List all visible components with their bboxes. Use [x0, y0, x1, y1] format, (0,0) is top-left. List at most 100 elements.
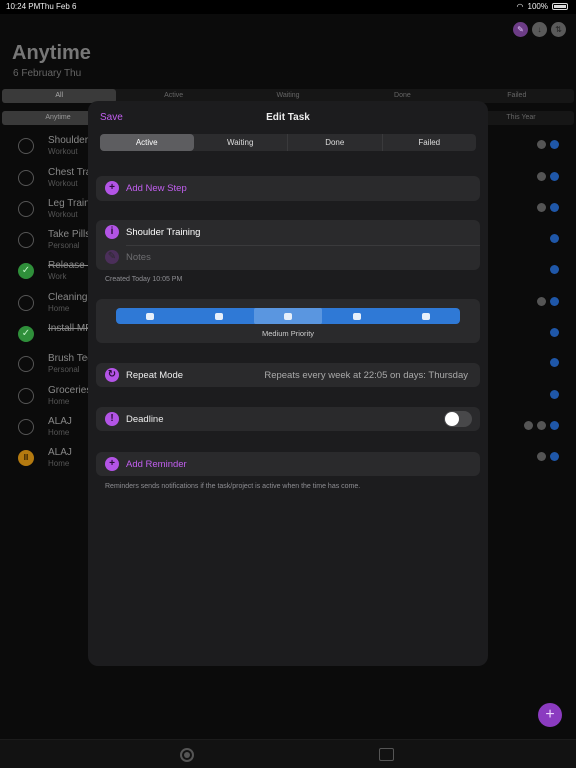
segment-waiting[interactable]: Waiting	[194, 134, 288, 151]
task-category: Workout	[48, 179, 78, 188]
task-badges	[550, 390, 559, 399]
flag-icon	[550, 421, 559, 430]
task-category: Home	[48, 428, 70, 437]
checkbox-icon[interactable]	[18, 201, 34, 217]
task-category: Workout	[48, 147, 78, 156]
task-badges	[550, 234, 559, 243]
flag-icon	[550, 140, 559, 149]
pause-icon[interactable]: II	[18, 450, 34, 466]
flag-icon	[550, 390, 559, 399]
repeat-icon: ↻	[105, 368, 119, 382]
flag-icon	[550, 234, 559, 243]
download-icon[interactable]: ↓	[532, 22, 547, 37]
flag-icon	[550, 328, 559, 337]
modal-title: Edit Task	[266, 112, 310, 123]
task-badges	[550, 328, 559, 337]
clock-icon	[537, 297, 546, 306]
task-badges	[524, 421, 559, 430]
location-icon	[537, 452, 546, 461]
plus-circle-icon: +	[105, 457, 119, 471]
task-badges	[537, 297, 559, 306]
task-name: Chest Tra	[48, 167, 92, 178]
task-name: Shoulder	[48, 135, 89, 146]
page-date: 6 February Thu	[13, 68, 82, 79]
checkbox-icon[interactable]	[18, 232, 34, 248]
edit-task-modal: Edit Task Save Active Waiting Done Faile…	[88, 101, 488, 666]
add-step-label: Add New Step	[126, 183, 187, 194]
checkbox-icon[interactable]	[18, 356, 34, 372]
task-category: Personal	[48, 365, 80, 374]
plus-circle-icon: +	[105, 181, 119, 195]
exclamation-icon: !	[105, 412, 119, 426]
repeat-mode-row[interactable]: ↻ Repeat Mode Repeats every week at 22:0…	[96, 363, 480, 387]
notes-field[interactable]: Notes	[126, 252, 151, 263]
top-toolbar: ✎ ↓ ⇅	[513, 22, 566, 37]
checkbox-icon[interactable]	[18, 419, 34, 435]
flag-icon	[550, 203, 559, 212]
add-reminder-row[interactable]: + Add Reminder	[96, 452, 480, 476]
add-step-row[interactable]: + Add New Step	[96, 176, 480, 201]
state-segmented-control: Active Waiting Done Failed	[100, 134, 476, 151]
edit-icon[interactable]: ✎	[513, 22, 528, 37]
pencil-icon: ✎	[105, 250, 119, 264]
checkbox-icon[interactable]	[18, 388, 34, 404]
priority-level-5[interactable]	[391, 308, 460, 324]
checkbox-icon[interactable]	[18, 295, 34, 311]
priority-level-4[interactable]	[322, 308, 391, 324]
task-category: Work	[48, 272, 67, 281]
segment-failed[interactable]: Failed	[383, 134, 477, 151]
priority-level-icon	[146, 312, 155, 320]
save-button[interactable]: Save	[100, 112, 123, 123]
task-category: Home	[48, 459, 70, 468]
inbox-icon[interactable]	[379, 748, 394, 761]
priority-level-icon	[421, 312, 430, 320]
task-name: ALAJ	[48, 416, 72, 427]
repeat-detail: Repeats every week at 22:05 on days: Thu…	[264, 370, 468, 381]
task-name: Install MP	[48, 323, 92, 334]
plus-icon: +	[545, 706, 555, 723]
priority-level-icon	[215, 312, 224, 320]
checkmark-icon[interactable]: ✓	[18, 263, 34, 279]
priority-level-2[interactable]	[185, 308, 254, 324]
location-icon	[524, 421, 533, 430]
range-this-year[interactable]: This Year	[492, 111, 550, 125]
task-category: Home	[48, 304, 70, 313]
target-icon[interactable]	[180, 748, 194, 762]
checkbox-icon[interactable]	[18, 138, 34, 154]
priority-selector[interactable]	[116, 308, 460, 324]
add-reminder-label: Add Reminder	[126, 459, 187, 470]
task-badges	[537, 452, 559, 461]
priority-level-icon	[352, 312, 361, 320]
priority-card: Medium Priority	[96, 299, 480, 343]
segment-active[interactable]: Active	[100, 134, 194, 151]
task-badges	[537, 203, 559, 212]
created-timestamp: Created Today 10:05 PM	[105, 276, 183, 283]
reminder-note: Reminders sends notifications if the tas…	[105, 483, 361, 490]
clock-icon	[537, 172, 546, 181]
task-badges	[550, 265, 559, 274]
task-badges	[537, 172, 559, 181]
wifi-icon: ◠	[516, 2, 524, 11]
task-category: Home	[48, 397, 70, 406]
clock-icon	[537, 203, 546, 212]
add-task-button[interactable]: +	[538, 703, 562, 727]
clock-icon	[537, 140, 546, 149]
deadline-toggle[interactable]	[444, 411, 472, 427]
task-badges	[537, 140, 559, 149]
page-title: Anytime	[12, 42, 91, 64]
task-name: Cleaning	[48, 292, 88, 303]
priority-level-1[interactable]	[116, 308, 185, 324]
checkbox-icon[interactable]	[18, 170, 34, 186]
battery-icon	[552, 3, 568, 10]
segment-done[interactable]: Done	[288, 134, 383, 151]
flag-icon	[550, 452, 559, 461]
task-name-field[interactable]: Shoulder Training	[126, 227, 200, 238]
sort-icon[interactable]: ⇅	[551, 22, 566, 37]
repeat-label: Repeat Mode	[126, 370, 184, 381]
deadline-label: Deadline	[126, 414, 164, 425]
priority-level-3[interactable]	[253, 308, 323, 324]
divider	[126, 245, 480, 246]
checkmark-icon[interactable]: ✓	[18, 326, 34, 342]
tab-bar	[0, 739, 576, 768]
flag-icon	[550, 265, 559, 274]
